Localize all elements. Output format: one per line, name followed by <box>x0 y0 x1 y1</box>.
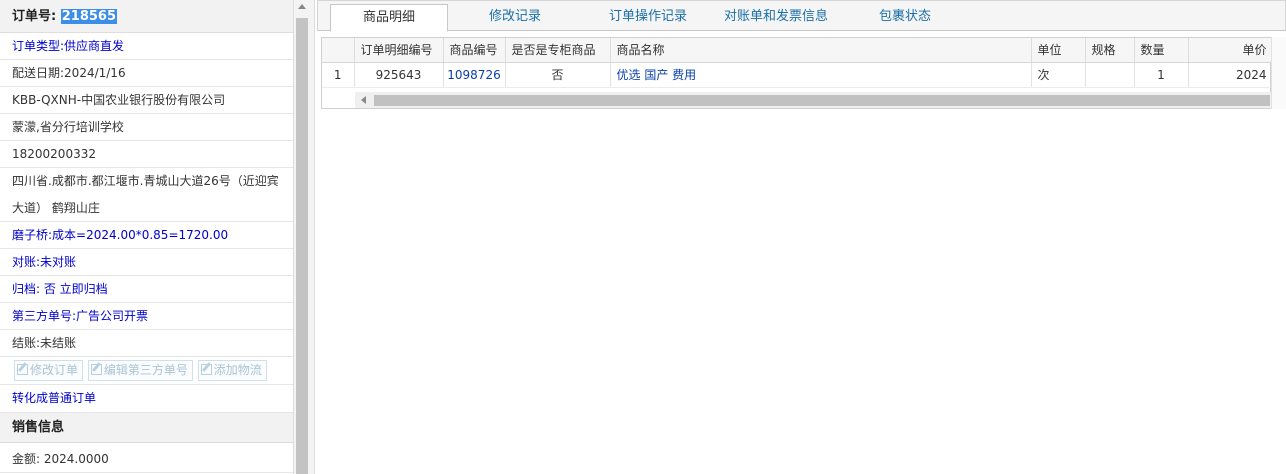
col-header-product-no[interactable]: 商品编号 <box>443 38 506 63</box>
cell-detail-no: 925643 <box>354 62 444 88</box>
delivery-address: 四川省.成都市.都江堰市.青城山大道26号（近迎宾大道） 鹤翔山庄 <box>0 168 293 222</box>
cell-product-name-link[interactable]: 优选 国产 费用 <box>610 62 1032 88</box>
tab-product-details[interactable]: 商品明细 <box>330 4 448 32</box>
add-logistics-button[interactable]: 添加物流 <box>197 360 267 381</box>
col-header-detail-no[interactable]: 订单明细编号 <box>354 38 444 63</box>
customer-phone: 18200200332 <box>0 141 293 168</box>
scrollbar-thumb[interactable] <box>296 18 308 474</box>
customer-company: KBB-QXNH-中国农业银行股份有限公司 <box>0 87 293 114</box>
convert-to-normal-order-link[interactable]: 转化成普通订单 <box>0 385 293 413</box>
order-number-row: 订单号: 218565 <box>0 0 293 33</box>
detail-panel: 商品明细 修改记录 订单操作记录 对账单和发票信息 包裹状态 订单明细编号 商品… <box>317 0 1286 474</box>
edit-order-button[interactable]: 修改订单 <box>14 360 84 381</box>
cell-quantity: 1 <box>1134 62 1189 88</box>
order-number-label: 订单号: <box>12 9 57 24</box>
cell-spec <box>1085 62 1135 88</box>
edit-icon <box>90 364 102 375</box>
scroll-left-arrow-icon[interactable] <box>361 96 366 104</box>
table-row[interactable]: 1 925643 1098726 否 优选 国产 费用 次 1 2024 <box>322 62 1273 88</box>
col-header-spec[interactable]: 规格 <box>1085 38 1135 63</box>
third-party-number: 第三方单号:广告公司开票 <box>0 303 293 330</box>
horizontal-scrollbar-thumb[interactable] <box>374 95 1270 106</box>
archive-status[interactable]: 归档: 否 立即归档 <box>0 276 293 303</box>
cell-counter-product: 否 <box>505 62 611 88</box>
col-header-unit[interactable]: 单位 <box>1031 38 1086 63</box>
cell-unit: 次 <box>1031 62 1086 88</box>
edit-icon <box>200 364 212 375</box>
edit-icon <box>17 364 28 375</box>
tab-modification-log[interactable]: 修改记录 <box>470 1 560 31</box>
settlement-status: 结账:未结账 <box>0 330 293 357</box>
grid-header-row: 订单明细编号 商品编号 是否是专柜商品 商品名称 单位 规格 数量 单价 <box>322 38 1273 63</box>
col-header-quantity[interactable]: 数量 <box>1134 38 1189 63</box>
edit-third-party-button[interactable]: 编辑第三方单号 <box>87 360 193 381</box>
order-action-buttons: 修改订单 编辑第三方单号 添加物流 <box>0 357 293 385</box>
customer-contact: 蒙濛,省分行培训学校 <box>0 114 293 141</box>
sales-amount: 金额: 2024.0000 <box>0 443 293 473</box>
order-info-panel: 订单号: 218565 订单类型:供应商直发 配送日期:2024/1/16 KB… <box>0 0 293 474</box>
tab-order-operation-log[interactable]: 订单操作记录 <box>598 1 698 31</box>
cell-price: 2024 <box>1188 62 1273 88</box>
order-number-value[interactable]: 218565 <box>60 9 118 24</box>
col-header-product-name[interactable]: 商品名称 <box>610 38 1032 63</box>
tab-statement-invoice[interactable]: 对账单和发票信息 <box>716 1 836 31</box>
delivery-date: 配送日期:2024/1/16 <box>0 60 293 87</box>
col-header-index <box>322 38 355 63</box>
sales-info-header: 销售信息 <box>0 413 293 443</box>
cell-product-no-link[interactable]: 1098726 <box>443 62 506 88</box>
product-detail-grid: 订单明细编号 商品编号 是否是专柜商品 商品名称 单位 规格 数量 单价 1 9… <box>321 37 1273 109</box>
cell-index: 1 <box>322 62 355 88</box>
reconcile-status: 对账:未对账 <box>0 249 293 276</box>
order-type: 订单类型:供应商直发 <box>0 33 293 60</box>
grid-right-gutter <box>1271 37 1286 109</box>
tab-bar: 商品明细 修改记录 订单操作记录 对账单和发票信息 包裹状态 <box>317 0 1286 32</box>
cost-info: 磨子桥:成本=2024.00*0.85=1720.00 <box>0 222 293 249</box>
horizontal-scrollbar[interactable] <box>355 92 1271 108</box>
scroll-up-arrow-icon[interactable] <box>298 4 306 9</box>
col-header-price[interactable]: 单价 <box>1188 38 1273 63</box>
vertical-scrollbar[interactable] <box>293 0 315 474</box>
col-header-counter-product[interactable]: 是否是专柜商品 <box>505 38 611 63</box>
tab-package-status[interactable]: 包裹状态 <box>868 1 942 31</box>
